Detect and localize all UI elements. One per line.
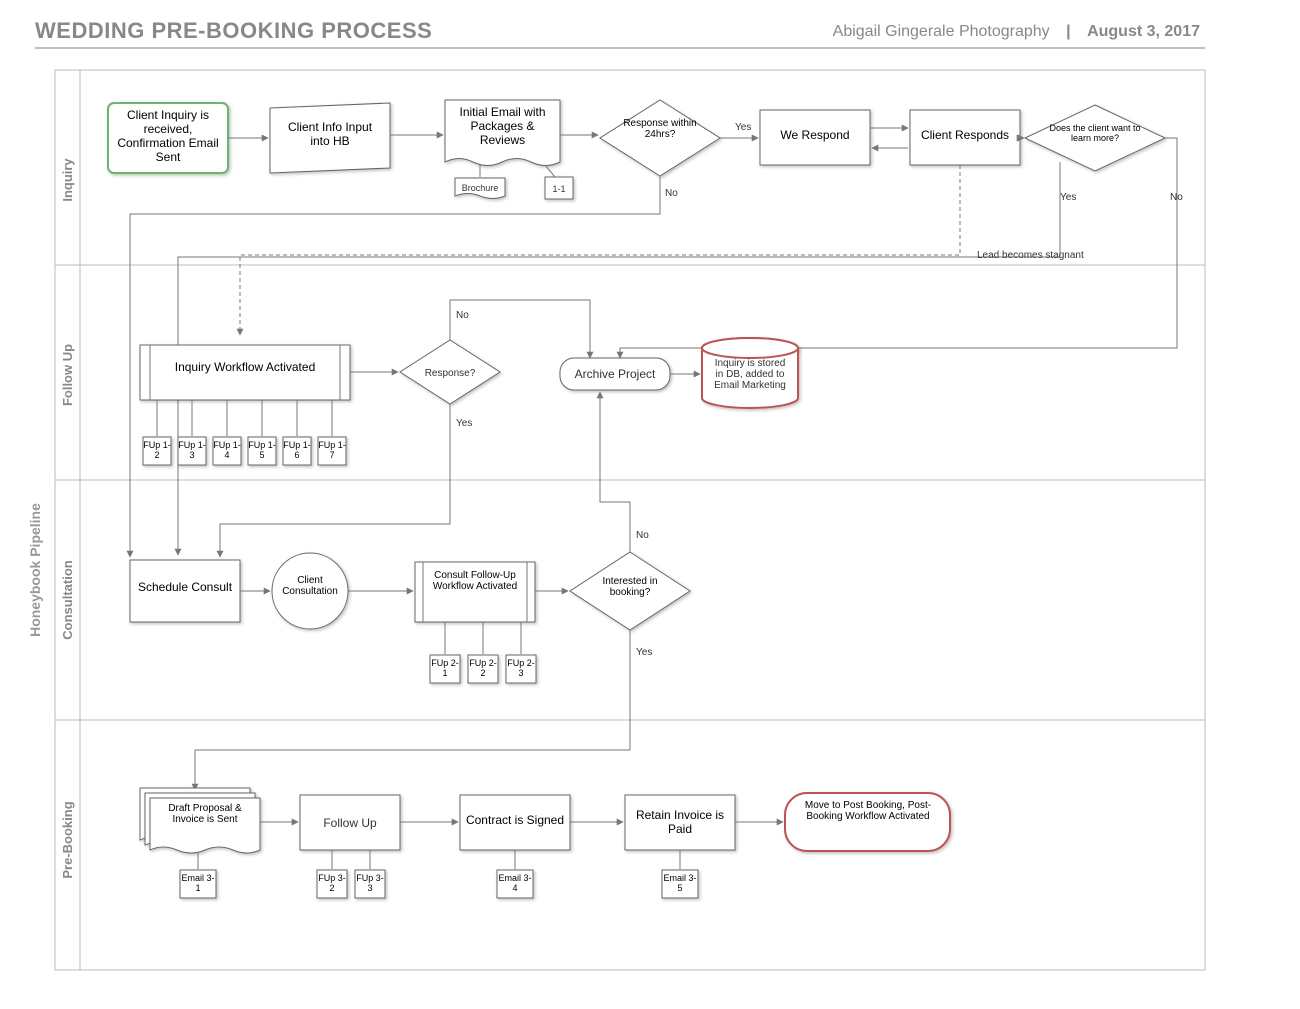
- header-meta: Abigail Gingerale Photography | August 3…: [833, 23, 1200, 40]
- svg-text:1-1: 1-1: [552, 184, 565, 194]
- svg-text:No: No: [456, 310, 469, 321]
- svg-text:Archive Project: Archive Project: [575, 367, 656, 381]
- lane-consultation: Consultation: [60, 560, 75, 639]
- svg-text:Brochure: Brochure: [462, 183, 499, 193]
- svg-text:Yes: Yes: [456, 418, 472, 429]
- pipeline-label: Honeybook Pipeline: [27, 503, 43, 637]
- svg-text:Yes: Yes: [735, 122, 751, 133]
- svg-text:Lead becomes stagnant: Lead becomes stagnant: [977, 250, 1084, 261]
- svg-text:Yes: Yes: [636, 647, 652, 658]
- svg-text:No: No: [665, 188, 678, 199]
- svg-text:Follow Up: Follow Up: [323, 816, 377, 830]
- lane-prebooking: Pre-Booking: [60, 801, 75, 878]
- svg-text:Response?: Response?: [425, 368, 476, 379]
- lane-followup: Follow Up: [60, 344, 75, 406]
- svg-text:No: No: [636, 530, 649, 541]
- page-title: WEDDING PRE-BOOKING PROCESS: [35, 18, 432, 43]
- svg-text:No: No: [1170, 192, 1183, 203]
- fup1-group: FUp 1-2 FUp 1-3 FUp 1-4 FUp 1-5 FUp 1-6 …: [143, 437, 346, 465]
- lane-inquiry: Inquiry: [60, 158, 75, 202]
- svg-text:Yes: Yes: [1060, 192, 1076, 203]
- flowchart-diagram: WEDDING PRE-BOOKING PROCESS Abigail Ging…: [0, 0, 1300, 1009]
